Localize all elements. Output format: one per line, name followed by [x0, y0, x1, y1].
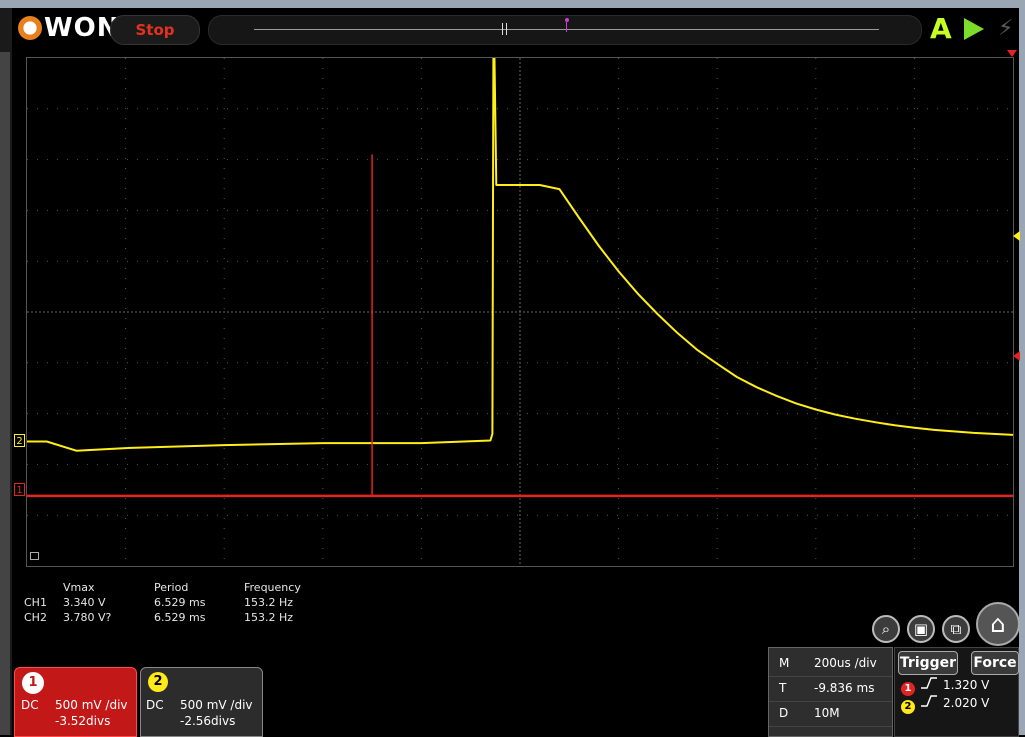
timebase-key: M — [779, 656, 790, 670]
waveform-plot — [27, 58, 1013, 566]
stop-run-button[interactable]: Stop — [110, 15, 200, 45]
meas-header-frequency: Frequency — [244, 581, 301, 594]
ch2-level-marker[interactable]: 2 — [14, 434, 25, 447]
ch1-offset: -3.52divs — [55, 714, 111, 728]
meas-header-period: Period — [154, 581, 189, 594]
timebase-row-d[interactable]: D 10M — [769, 701, 892, 727]
ch2-scale: 500 mV /div — [180, 698, 253, 712]
view-window-indicator[interactable] — [502, 23, 507, 35]
window-frame-top — [0, 0, 1025, 8]
meas-ch2-period: 6.529 ms — [154, 611, 206, 624]
window-frame-left-inner — [0, 52, 10, 735]
trigger-time-value: -9.836 ms — [814, 681, 875, 695]
ch2-settings-panel[interactable]: 2 DC 500 mV /div -2.56divs — [140, 667, 263, 737]
ch1-badge: 1 — [22, 672, 44, 694]
meas-ch1-period: 6.529 ms — [154, 596, 206, 609]
timebase-row-m[interactable]: M 200us /div — [769, 651, 892, 677]
play-icon[interactable] — [964, 18, 984, 40]
save-icon[interactable]: ▣ — [907, 615, 935, 643]
trigger-ch2-badge: 2 — [901, 700, 915, 714]
meas-ch1-frequency: 153.2 Hz — [244, 596, 294, 609]
ch2-offset: -2.56divs — [180, 714, 236, 728]
auto-set-icon[interactable]: A — [930, 14, 956, 44]
trigger-panel[interactable]: Trigger Force 1 1.320 V 2 2.020 V — [894, 647, 1019, 737]
graticule — [27, 58, 1013, 566]
trigger-button[interactable]: Trigger — [898, 651, 958, 675]
ch1-coupling: DC — [21, 698, 39, 712]
meas-ch2-frequency: 153.2 Hz — [244, 611, 294, 624]
zoom-reset-icon[interactable]: ⌕ — [872, 615, 900, 643]
lightning-icon[interactable]: ⚡ — [998, 15, 1018, 43]
ch2-trigger-level-marker[interactable] — [1013, 231, 1020, 241]
horizontal-position-bar[interactable] — [208, 15, 922, 45]
zoom-window-icon[interactable] — [30, 552, 39, 560]
ch1-level-marker[interactable]: 1 — [14, 483, 25, 496]
rising-edge-icon — [921, 677, 937, 693]
ch2-badge: 2 — [148, 672, 168, 692]
owon-logo: WON — [18, 12, 120, 44]
trigger-time-key: T — [779, 681, 787, 695]
meas-ch2-label: CH2 — [24, 611, 47, 624]
trigger-position-line — [566, 22, 567, 32]
meas-ch2-vmax: 3.780 V? — [63, 611, 112, 624]
window-layout-icon[interactable]: ⧉ — [942, 615, 970, 643]
ch1-scale: 500 mV /div — [55, 698, 128, 712]
force-button[interactable]: Force — [971, 651, 1019, 675]
ch2-coupling: DC — [146, 698, 164, 712]
ch1-trigger-level-marker[interactable] — [1013, 351, 1020, 361]
timebase-row-t[interactable]: T -9.836 ms — [769, 676, 892, 702]
trigger-ch1-row[interactable]: 1 1.320 V — [901, 677, 989, 696]
trigger-ch2-level: 2.020 V — [943, 696, 990, 710]
depth-value: 10M — [814, 706, 840, 720]
trigger-ch1-level: 1.320 V — [943, 678, 990, 692]
meas-ch1-label: CH1 — [24, 596, 47, 609]
rising-edge-icon — [921, 695, 937, 711]
trigger-ch2-row[interactable]: 2 2.020 V — [901, 695, 989, 714]
ch1-settings-panel[interactable]: 1 DC 500 mV /div -3.52divs — [14, 667, 137, 737]
depth-key: D — [779, 706, 789, 720]
logo-text: WON — [44, 13, 120, 43]
trigger-ch1-badge: 1 — [901, 682, 915, 696]
meas-header-vmax: Vmax — [63, 581, 95, 594]
home-icon[interactable]: ⌂ — [976, 602, 1020, 646]
timebase-panel[interactable]: M 200us /div T -9.836 ms D 10M — [768, 647, 893, 737]
owon-logo-icon — [18, 16, 42, 40]
waveform-display[interactable] — [26, 57, 1014, 567]
meas-ch1-vmax: 3.340 V — [63, 596, 106, 609]
timebase-value: 200us /div — [814, 656, 877, 670]
trigger-time-marker — [1007, 50, 1017, 57]
